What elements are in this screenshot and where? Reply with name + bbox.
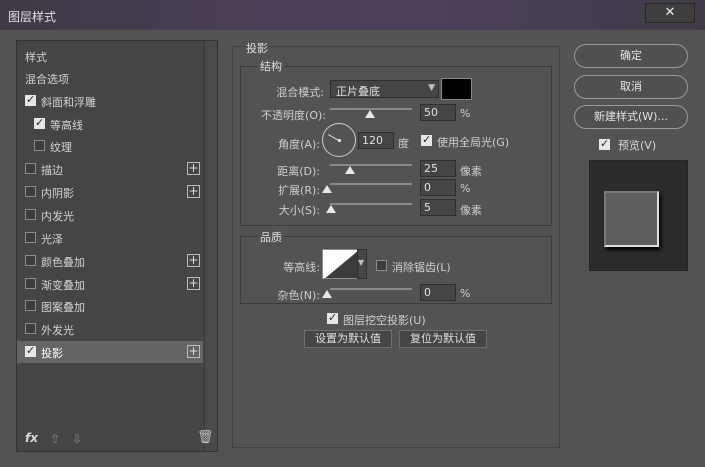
add-inner-shadow-icon[interactable]: +	[187, 185, 200, 198]
list-item-drop-shadow[interactable]: 投影 +	[17, 341, 203, 363]
checkbox-color-overlay[interactable]	[25, 255, 36, 266]
checkbox-outer-glow[interactable]	[25, 323, 36, 334]
checkbox-pattern-overlay[interactable]	[25, 300, 36, 311]
size-slider-thumb[interactable]	[326, 205, 336, 213]
reset-default-button[interactable]: 复位为默认值	[399, 330, 487, 348]
distance-unit: 像素	[460, 165, 482, 178]
style-preview	[589, 160, 688, 271]
list-item-inner-glow[interactable]: 内发光	[17, 204, 203, 226]
size-input[interactable]: 5	[420, 199, 456, 216]
distance-label: 距离(D):	[277, 165, 320, 178]
checkbox-texture[interactable]	[34, 140, 45, 151]
list-item-inner-shadow[interactable]: 内阴影 +	[17, 181, 203, 203]
knockout-checkbox[interactable]	[327, 311, 338, 324]
spread-label: 扩展(R):	[278, 184, 320, 197]
knockout-label: 图层挖空投影(U)	[343, 314, 426, 327]
trash-icon[interactable]: 🗑	[197, 430, 214, 445]
checkbox-gradient-overlay[interactable]	[25, 278, 36, 289]
styles-list-footer: fx ⇧ ⇩ 🗑	[17, 429, 214, 451]
shadow-color-swatch[interactable]	[441, 78, 472, 100]
list-item-texture[interactable]: 纹理	[17, 135, 203, 157]
global-light-checkbox[interactable]	[421, 133, 432, 146]
arrow-up-icon[interactable]: ⇧	[50, 432, 60, 446]
checkbox-satin[interactable]	[25, 232, 36, 243]
contour-curve-icon	[325, 251, 357, 278]
preview-checkbox[interactable]	[599, 137, 610, 150]
list-header-styles[interactable]: 样式	[17, 45, 203, 67]
blend-mode-dropdown[interactable]: 正片叠底 ▼	[330, 80, 439, 98]
spread-unit: %	[460, 182, 471, 195]
size-slider-track[interactable]	[330, 203, 412, 205]
noise-label: 杂色(N):	[277, 289, 320, 302]
opacity-slider-thumb[interactable]	[365, 110, 375, 118]
arrow-down-icon[interactable]: ⇩	[72, 432, 82, 446]
checkbox-inner-shadow[interactable]	[25, 186, 36, 197]
list-item-blend-options[interactable]: 混合选项	[17, 67, 203, 89]
checkbox-bevel-emboss[interactable]	[25, 93, 36, 106]
styles-list: 样式 混合选项 斜面和浮雕 等高线 纹理 描边 + 内阴影 + 内发光 光泽 颜…	[16, 40, 218, 452]
distance-input[interactable]: 25	[420, 160, 456, 177]
title-bar: 图层样式 ✕	[0, 0, 705, 30]
angle-input[interactable]: 120	[358, 132, 394, 149]
list-item-contour[interactable]: 等高线	[17, 113, 203, 135]
anti-alias-label: 消除锯齿(L)	[392, 261, 451, 274]
close-button[interactable]: ✕	[645, 3, 695, 23]
chevron-down-icon: ▼	[428, 83, 435, 93]
spread-input[interactable]: 0	[420, 179, 456, 196]
angle-dial-center	[338, 139, 341, 142]
global-light-label: 使用全局光(G)	[437, 136, 510, 149]
make-default-button[interactable]: 设置为默认值	[304, 330, 392, 348]
add-drop-shadow-icon[interactable]: +	[187, 345, 200, 358]
new-style-button[interactable]: 新建样式(W)...	[574, 105, 688, 129]
checkbox-inner-glow[interactable]	[25, 209, 36, 220]
chevron-down-icon: ▼	[358, 258, 365, 267]
style-preview-swatch	[604, 191, 659, 247]
add-gradient-overlay-icon[interactable]: +	[187, 277, 200, 290]
list-item-color-overlay[interactable]: 颜色叠加 +	[17, 250, 203, 272]
noise-input[interactable]: 0	[420, 284, 456, 301]
add-color-overlay-icon[interactable]: +	[187, 254, 200, 267]
list-item-outer-glow[interactable]: 外发光	[17, 318, 203, 340]
anti-alias-checkbox[interactable]	[376, 260, 387, 271]
angle-dial[interactable]	[322, 123, 356, 157]
ok-button[interactable]: 确定	[574, 44, 688, 68]
opacity-input[interactable]: 50	[420, 104, 456, 121]
list-item-pattern-overlay[interactable]: 图案叠加	[17, 295, 203, 317]
contour-preview[interactable]	[322, 249, 358, 279]
checkbox-drop-shadow[interactable]	[25, 344, 36, 357]
checkbox-stroke[interactable]	[25, 163, 36, 174]
styles-list-scrollbar[interactable]	[204, 41, 217, 451]
size-label: 大小(S):	[278, 204, 320, 217]
noise-slider-thumb[interactable]	[322, 290, 332, 298]
cancel-button[interactable]: 取消	[574, 75, 688, 99]
opacity-unit: %	[460, 107, 471, 120]
angle-label: 角度(A):	[278, 138, 320, 151]
dialog-title: 图层样式	[8, 10, 57, 24]
list-item-gradient-overlay[interactable]: 渐变叠加 +	[17, 273, 203, 295]
structure-title: 结构	[258, 58, 284, 74]
angle-unit: 度	[398, 137, 409, 150]
quality-title: 品质	[258, 229, 284, 245]
checkbox-contour[interactable]	[34, 116, 45, 129]
spread-slider-thumb[interactable]	[322, 185, 332, 193]
opacity-label: 不透明度(O):	[261, 109, 326, 122]
noise-unit: %	[460, 287, 471, 300]
preview-label: 预览(V)	[618, 139, 657, 152]
section-title: 投影	[246, 42, 268, 55]
list-item-satin[interactable]: 光泽	[17, 227, 203, 249]
blend-mode-label: 混合模式:	[276, 86, 324, 99]
noise-slider-track[interactable]	[330, 288, 412, 290]
fx-icon[interactable]: fx	[25, 431, 38, 445]
size-unit: 像素	[460, 204, 482, 217]
contour-picker-button[interactable]: ▼	[357, 249, 367, 279]
distance-slider-thumb[interactable]	[345, 166, 355, 174]
contour-label: 等高线:	[283, 261, 320, 274]
add-stroke-icon[interactable]: +	[187, 162, 200, 175]
list-item-bevel-emboss[interactable]: 斜面和浮雕	[17, 90, 203, 112]
spread-slider-track[interactable]	[330, 183, 412, 185]
list-item-stroke[interactable]: 描边 +	[17, 158, 203, 180]
distance-slider-track[interactable]	[330, 164, 412, 166]
